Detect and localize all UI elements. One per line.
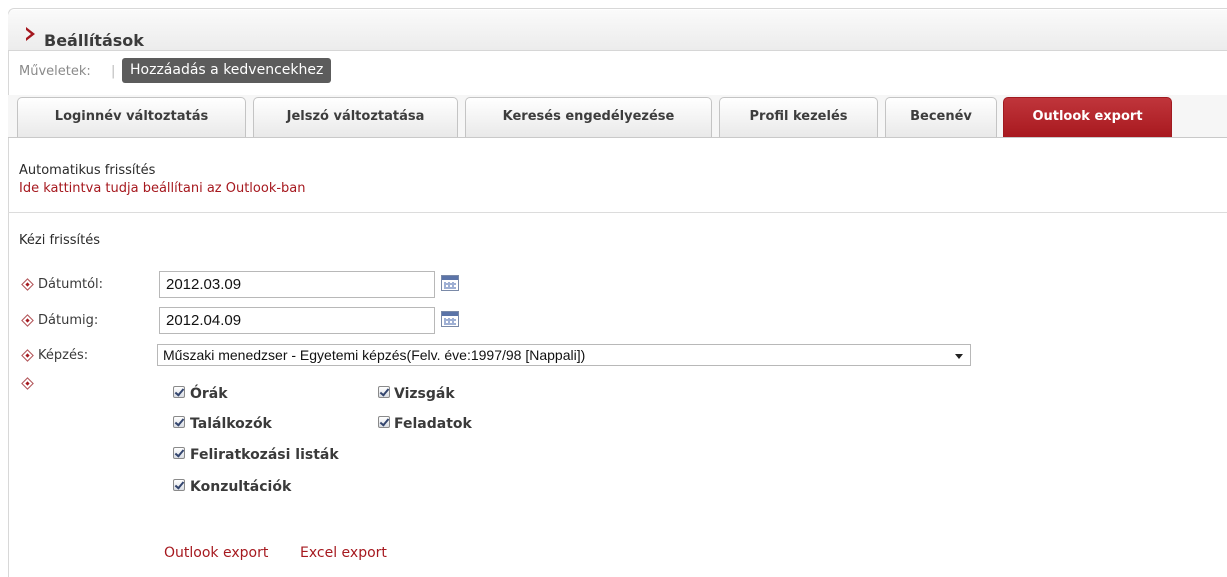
tab-search-permission[interactable]: Keresés engedélyezése — [465, 97, 712, 137]
checkbox-signup-lists-label: Feliratkozási listák — [190, 447, 339, 463]
checkbox-exams-label: Vizsgák — [394, 386, 455, 402]
checkbox-consultations-label: Konzultációk — [190, 479, 292, 495]
tab-password-change[interactable]: Jelszó változtatása — [253, 97, 458, 137]
training-select[interactable]: Műszaki menedzser - Egyetemi képzés(Felv… — [157, 344, 971, 366]
add-to-favorites-button[interactable]: Hozzáadás a kedvencekhez — [122, 58, 332, 83]
required-marker-icon — [22, 279, 32, 289]
operations-label: Műveletek: — [19, 64, 91, 79]
checkbox-tasks[interactable] — [378, 416, 390, 428]
outlook-export-link[interactable]: Outlook export — [164, 545, 268, 561]
page-title: Beállítások — [44, 31, 144, 50]
checkbox-tasks-label: Feladatok — [394, 416, 472, 432]
required-marker-icon — [22, 378, 32, 388]
auto-refresh-label: Automatikus frissítés — [19, 163, 156, 178]
operations-separator: | — [111, 64, 116, 79]
checkbox-signup-lists[interactable] — [173, 447, 185, 459]
tab-profile-management[interactable]: Profil kezelés — [719, 97, 878, 137]
required-marker-icon — [22, 350, 32, 360]
checkbox-consultations[interactable] — [173, 479, 185, 491]
manual-refresh-label: Kézi frissítés — [19, 233, 101, 248]
tab-login-name-change[interactable]: Loginnév változtatás — [17, 97, 246, 137]
excel-export-link[interactable]: Excel export — [300, 545, 387, 561]
date-to-label: Dátumig: — [38, 313, 99, 328]
dropdown-arrow-icon[interactable] — [955, 354, 963, 359]
tab-nickname[interactable]: Becenév — [885, 97, 997, 137]
auto-refresh-link[interactable]: Ide kattintva tudja beállítani az Outloo… — [19, 181, 306, 196]
section-divider — [8, 212, 1227, 213]
training-label: Képzés: — [38, 348, 89, 363]
tab-outlook-export[interactable]: Outlook export — [1003, 97, 1172, 137]
panel-header: Beállítások — [8, 10, 1227, 51]
checkbox-meetings-label: Találkozók — [190, 416, 272, 432]
date-from-label: Dátumtól: — [38, 277, 104, 292]
checkbox-meetings[interactable] — [173, 416, 185, 428]
chevron-right-icon — [26, 27, 35, 41]
checkbox-classes[interactable] — [173, 386, 185, 398]
date-to-input[interactable]: 2012.04.09 — [159, 307, 435, 334]
date-from-input[interactable]: 2012.03.09 — [159, 271, 435, 298]
checkbox-classes-label: Órák — [190, 386, 228, 402]
required-marker-icon — [22, 315, 32, 325]
calendar-icon[interactable] — [441, 311, 459, 327]
calendar-icon[interactable] — [441, 275, 459, 291]
checkbox-exams[interactable] — [378, 386, 390, 398]
